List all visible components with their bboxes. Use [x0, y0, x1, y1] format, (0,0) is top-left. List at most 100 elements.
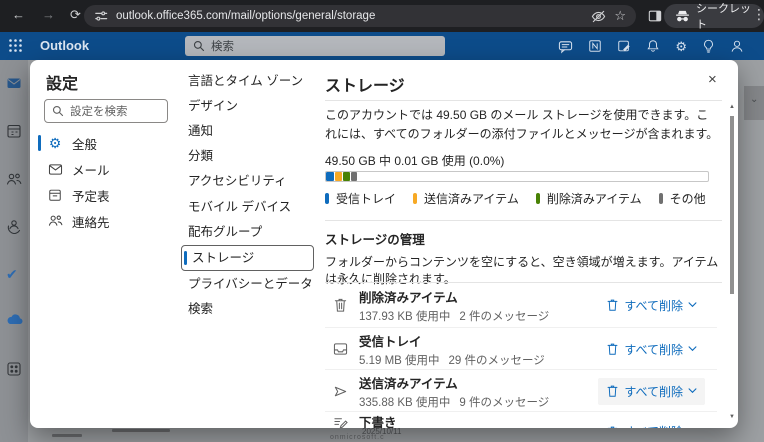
- folder-usage: 335.88 KB 使用中: [359, 397, 450, 409]
- browser-menu-icon[interactable]: ⋮: [752, 6, 764, 23]
- section-storage[interactable]: ストレージ: [181, 245, 314, 271]
- site-info-icon[interactable]: [94, 9, 108, 23]
- delete-all-label: すべて削除: [624, 383, 683, 400]
- delete-all-button[interactable]: すべて削除: [598, 378, 705, 405]
- legend-other: その他: [659, 190, 706, 207]
- people-module-icon[interactable]: [6, 171, 22, 187]
- gear-icon: ⚙: [47, 136, 63, 150]
- reload-icon[interactable]: ⟳: [70, 7, 81, 23]
- category-label: 全般: [72, 134, 97, 153]
- chat-icon[interactable]: [558, 39, 573, 54]
- inbox-icon: [332, 342, 349, 356]
- folder-name: 受信トレイ: [359, 331, 545, 350]
- draft-icon: [332, 415, 349, 428]
- legend-chip: [659, 193, 663, 204]
- account-icon[interactable]: [730, 39, 744, 53]
- section-accessibility[interactable]: アクセシビリティ: [188, 169, 316, 193]
- folder-name: 削除済みアイテム: [359, 287, 549, 306]
- legend-chip: [413, 193, 417, 204]
- scrollbar-thumb[interactable]: [730, 116, 734, 294]
- folder-row-inbox: 受信トレイ 5.19 MB 使用中 29 件のメッセージ すべて削除: [325, 328, 717, 370]
- notes-icon[interactable]: [617, 39, 631, 53]
- section-privacy-data[interactable]: プライバシーとデータ: [188, 272, 316, 296]
- legend-label: 受信トレイ: [336, 190, 396, 207]
- divider: [325, 100, 722, 101]
- folder-usage: 5.19 MB 使用中: [359, 355, 440, 367]
- onenote-feed-icon[interactable]: [588, 39, 602, 53]
- section-distribution-groups[interactable]: 配布グループ: [188, 220, 316, 244]
- search-placeholder: 検索: [211, 38, 234, 54]
- legend-inbox: 受信トレイ: [325, 190, 396, 207]
- bookmark-star-icon[interactable]: ☆: [614, 8, 626, 24]
- search-icon: [52, 105, 64, 117]
- chevron-down-icon: [688, 388, 697, 394]
- contacts-icon: [47, 214, 63, 228]
- dimmed-chevron-icon: ⌄: [750, 94, 758, 105]
- search-icon: [193, 40, 205, 52]
- delete-all-label: すべて削除: [624, 341, 683, 358]
- mail-module-icon[interactable]: [6, 75, 22, 91]
- groups-module-icon[interactable]: [6, 218, 22, 234]
- scroll-down-icon[interactable]: ▼: [729, 414, 735, 420]
- chevron-down-icon: [688, 302, 697, 308]
- eye-off-icon[interactable]: [591, 9, 606, 24]
- section-appearance[interactable]: デザイン: [188, 94, 316, 118]
- scroll-up-icon[interactable]: ▲: [729, 104, 735, 110]
- address-bar[interactable]: outlook.office365.com/mail/options/gener…: [84, 5, 636, 27]
- global-search-input[interactable]: 検索: [185, 36, 445, 56]
- delete-all-button[interactable]: すべて削除: [598, 336, 705, 363]
- bar-segment-deleted: [343, 172, 350, 181]
- settings-search-input[interactable]: 設定を検索: [44, 99, 168, 123]
- section-categories[interactable]: 分類: [188, 144, 316, 168]
- header-actions: ⚙: [558, 32, 744, 60]
- more-apps-icon[interactable]: [6, 361, 22, 377]
- lightbulb-icon[interactable]: [702, 39, 715, 53]
- category-mail[interactable]: メール: [38, 156, 188, 182]
- onedrive-module-icon[interactable]: [6, 313, 23, 325]
- section-notifications[interactable]: 通知: [188, 119, 316, 143]
- section-search[interactable]: 検索: [188, 297, 316, 321]
- usage-summary: 49.50 GB 中 0.01 GB 使用 (0.0%): [325, 152, 504, 169]
- category-calendar[interactable]: 予定表: [38, 182, 188, 208]
- folder-usage: 137.93 KB 使用中: [359, 311, 450, 323]
- folder-count: 2 件のメッセージ: [459, 311, 549, 323]
- divider: [325, 220, 722, 221]
- send-icon: [332, 384, 349, 399]
- category-label: 予定表: [72, 186, 110, 205]
- chevron-down-icon: [688, 346, 697, 352]
- forward-icon[interactable]: →: [42, 7, 55, 22]
- app-title[interactable]: Outlook: [40, 38, 89, 53]
- dimmed-text-smudge: [112, 429, 170, 432]
- side-panel-icon[interactable]: [648, 9, 662, 23]
- app-launcher-icon[interactable]: [8, 38, 23, 53]
- calendar-module-icon[interactable]: [6, 123, 22, 139]
- section-language-time[interactable]: 言語とタイム ゾーン: [188, 69, 316, 93]
- category-label: 連絡先: [72, 212, 110, 231]
- bell-icon[interactable]: [646, 39, 660, 53]
- settings-dialog: 設定 設定を検索 ⚙ 全般 メール 予定表 連絡先 言語とタイム ゾーン デザイ…: [30, 60, 738, 428]
- section-mobile-devices[interactable]: モバイル デバイス: [188, 195, 316, 219]
- category-contacts[interactable]: 連絡先: [38, 208, 188, 234]
- back-icon[interactable]: ←: [12, 7, 25, 22]
- outlook-header: Outlook 検索 ⚙: [0, 32, 764, 60]
- trash-icon: [332, 297, 349, 313]
- bar-segment-inbox: [326, 172, 334, 181]
- gear-icon[interactable]: ⚙: [675, 40, 687, 53]
- delete-all-button[interactable]: すべて削除: [598, 418, 705, 428]
- close-icon[interactable]: ×: [708, 71, 717, 88]
- divider: [325, 282, 722, 283]
- bar-segment-sent: [335, 172, 342, 181]
- url-text[interactable]: outlook.office365.com/mail/options/gener…: [116, 10, 583, 22]
- legend-label: 削除済みアイテム: [547, 190, 642, 207]
- folder-count: 29 件のメッセージ: [449, 355, 545, 367]
- category-general[interactable]: ⚙ 全般: [38, 130, 188, 156]
- dimmed-email-text: onmicrosoft.c: [330, 434, 385, 441]
- delete-all-label: すべて削除: [624, 297, 683, 314]
- todo-module-icon[interactable]: ✔: [6, 266, 18, 283]
- legend-label: 送信済みアイテム: [424, 190, 519, 207]
- settings-search-placeholder: 設定を検索: [70, 103, 128, 119]
- delete-all-button[interactable]: すべて削除: [598, 292, 705, 319]
- storage-legend: 受信トレイ 送信済みアイテム 削除済みアイテム その他: [325, 190, 706, 207]
- incognito-icon: [675, 10, 690, 23]
- calendar-icon: [47, 188, 63, 202]
